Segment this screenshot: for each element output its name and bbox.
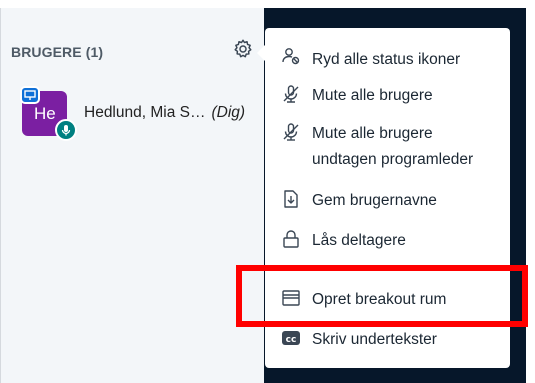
user-self-tag: (Dig) (211, 104, 246, 121)
presenter-icon (20, 86, 40, 104)
users-panel (0, 8, 269, 383)
mute-icon (283, 123, 299, 141)
menu-item-label-line2: undtagen programleder (312, 151, 474, 168)
menu-item-clear-status[interactable]: Ryd alle status ikoner (265, 38, 510, 78)
user-name-text: Hedlund, Mia S… (84, 104, 206, 121)
user-name: Hedlund, Mia S… (Dig) (84, 104, 245, 122)
menu-item-label: Mute alle brugere (312, 87, 433, 104)
avatar-initials: He (34, 104, 56, 123)
menu-item-label: Mute alle brugere (312, 125, 433, 142)
menu-item-mute-all-except-presenter[interactable]: Mute alle brugere undtagen programleder (265, 114, 510, 176)
menu-divider (265, 269, 510, 270)
gear-icon[interactable] (232, 38, 254, 60)
right-margin (526, 8, 535, 383)
menu-item-save-usernames[interactable]: Gem brugernavne (265, 183, 510, 219)
menu-item-lock-participants[interactable]: Lås deltagere (265, 223, 510, 259)
menu-item-mute-all[interactable]: Mute alle brugere (265, 78, 510, 114)
lock-icon (283, 230, 299, 248)
download-icon (284, 190, 298, 208)
svg-text:cc: cc (286, 335, 297, 345)
menu-item-label: Skriv undertekster (312, 331, 437, 348)
menu-item-label: Opret breakout rum (312, 291, 447, 308)
closed-caption-icon: cc (282, 331, 300, 345)
user-list-item[interactable]: He Hedlund, Mia S… (Dig) (20, 86, 265, 141)
menu-item-create-breakout[interactable]: Opret breakout rum (265, 282, 510, 318)
menu-item-label: Lås deltagere (312, 232, 406, 249)
mute-icon (283, 85, 299, 103)
menu-item-label: Ryd alle status ikoner (312, 51, 461, 68)
app-frame: BRUGERE (1) He Hedlund, Mia S… (Dig) Ryd… (0, 0, 535, 383)
clear-status-icon (282, 48, 300, 65)
users-header: BRUGERE (1) (11, 44, 104, 60)
menu-item-captions[interactable]: cc Skriv undertekster (265, 322, 510, 358)
breakout-room-icon (282, 290, 300, 306)
user-options-menu: Ryd alle status ikoner Mute alle brugere (265, 28, 510, 368)
microphone-icon (55, 119, 77, 141)
menu-item-label: Gem brugernavne (312, 192, 437, 209)
